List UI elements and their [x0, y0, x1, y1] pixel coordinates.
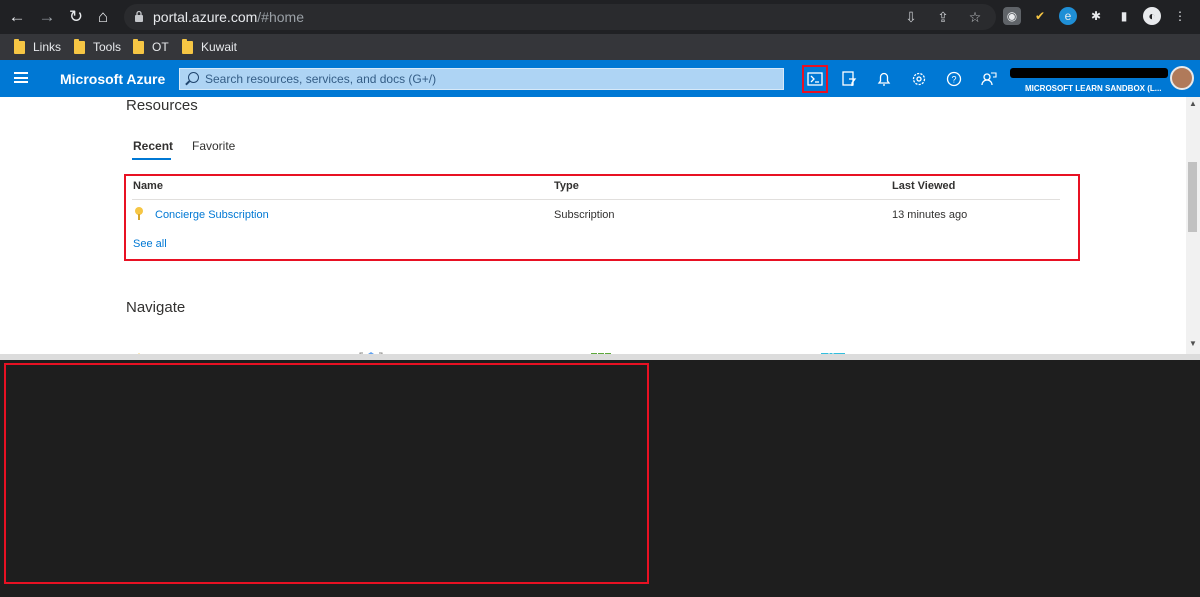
portal-brand[interactable]: Microsoft Azure	[60, 71, 165, 87]
reload-icon[interactable]: ↻	[65, 6, 87, 28]
scroll-up-icon[interactable]: ▲	[1189, 100, 1197, 108]
install-app-icon[interactable]: ⇩	[902, 8, 920, 26]
settings-icon[interactable]	[908, 68, 930, 90]
see-all-link[interactable]: See all	[133, 238, 167, 250]
bookmark-links[interactable]: Links	[14, 38, 61, 56]
forward-icon[interactable]: →	[36, 6, 58, 28]
header-divider	[132, 199, 1060, 200]
column-header-name[interactable]: Name	[133, 180, 163, 192]
redacted-account-name	[1010, 68, 1168, 78]
bookmark-ot[interactable]: OT	[133, 38, 169, 56]
back-icon[interactable]: ←	[6, 6, 28, 28]
resource-name-link[interactable]: Concierge Subscription	[155, 209, 269, 221]
column-header-last-viewed[interactable]: Last Viewed	[892, 180, 955, 192]
address-bar[interactable]: portal.azure.com/#home ⇩ ⇪ ☆	[124, 4, 996, 30]
dashboard-nav-icon[interactable]	[820, 347, 845, 354]
resource-last-viewed: 13 minutes ago	[892, 209, 968, 221]
edge-extension-icon[interactable]: e	[1059, 7, 1077, 25]
bookmark-star-icon[interactable]: ☆	[966, 8, 984, 26]
navigate-heading: Navigate	[126, 299, 186, 316]
resources-heading: Resources	[126, 97, 198, 114]
avatar[interactable]	[1170, 66, 1194, 90]
scroll-down-icon[interactable]: ▼	[1189, 340, 1197, 348]
folder-icon	[14, 38, 25, 54]
bookmarks-bar: Links Tools OT Kuwait	[0, 34, 1200, 60]
azure-top-bar: Microsoft Azure ?	[0, 60, 1200, 97]
tab-favorite[interactable]: Favorite	[192, 139, 235, 153]
cloud-shell-highlight	[4, 363, 649, 584]
home-content: Resources Recent Favorite Name Type Last…	[0, 97, 1200, 354]
resource-groups-nav-icon[interactable]	[359, 347, 383, 354]
check-extension-icon[interactable]: ✔	[1031, 7, 1049, 25]
bookmark-tools[interactable]: Tools	[74, 38, 121, 56]
bookmark-kuwait[interactable]: Kuwait	[182, 38, 237, 56]
tenant-label[interactable]: MICROSOFT LEARN SANDBOX (L...	[1025, 84, 1161, 93]
subscriptions-nav-icon[interactable]	[130, 347, 148, 354]
extensions-puzzle-icon[interactable]: ✱	[1087, 7, 1105, 25]
share-icon[interactable]: ⇪	[934, 8, 952, 26]
folder-icon	[133, 38, 144, 54]
scroll-thumb[interactable]	[1188, 162, 1197, 232]
home-icon[interactable]: ⌂	[92, 6, 114, 28]
subscription-key-icon	[135, 207, 143, 220]
page-scrollbar[interactable]: ▲ ▼	[1186, 97, 1200, 354]
feedback-icon[interactable]	[978, 68, 1000, 90]
help-icon[interactable]: ?	[943, 68, 965, 90]
directory-filter-icon[interactable]	[838, 68, 860, 90]
folder-icon	[74, 38, 85, 54]
profile-icon[interactable]: ◐	[1143, 7, 1161, 25]
lock-icon	[135, 10, 143, 22]
search-input[interactable]	[205, 72, 765, 86]
svg-text:?: ?	[951, 75, 956, 85]
notifications-icon[interactable]	[873, 68, 895, 90]
column-header-type[interactable]: Type	[554, 180, 579, 192]
url-text: portal.azure.com/#home	[153, 9, 304, 25]
side-panel-icon[interactable]: ▮	[1115, 7, 1133, 25]
cloud-shell-icon[interactable]	[802, 65, 828, 93]
folder-icon	[182, 38, 193, 54]
active-tab-indicator	[132, 158, 171, 160]
menu-kebab-icon[interactable]: ⋮	[1171, 7, 1189, 25]
search-icon	[188, 72, 199, 83]
camera-extension-icon[interactable]: ◉	[1003, 7, 1021, 25]
resource-type: Subscription	[554, 209, 615, 221]
global-search[interactable]	[179, 68, 784, 90]
all-resources-nav-icon[interactable]	[590, 347, 611, 354]
portal-menu-icon[interactable]	[14, 72, 28, 83]
browser-toolbar: ← → ↻ ⌂ portal.azure.com/#home ⇩ ⇪ ☆ ◉ ✔…	[0, 0, 1200, 34]
tab-recent[interactable]: Recent	[133, 139, 173, 153]
